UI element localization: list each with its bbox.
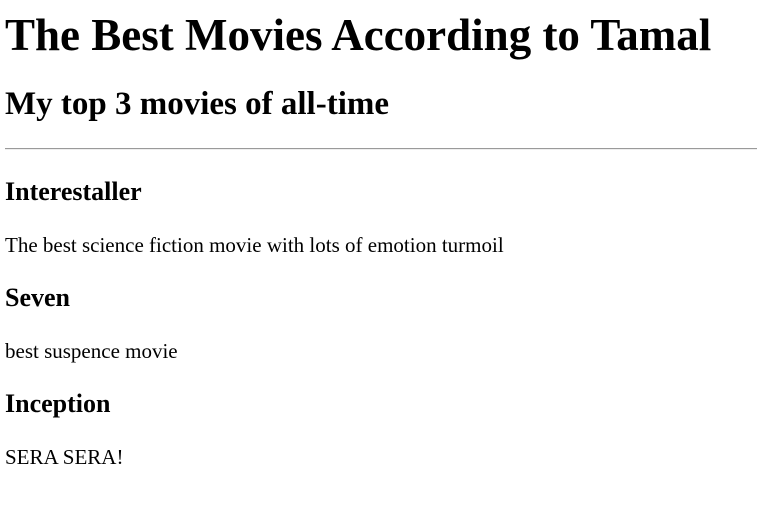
divider (5, 148, 757, 150)
movie-description: SERA SERA! (5, 445, 124, 469)
movie-description: The best science fiction movie with lots… (5, 233, 504, 257)
page-title: The Best Movies According to Tamal (5, 10, 712, 60)
movie-list: Interestaller The best science fiction m… (5, 177, 757, 469)
movie-title: Seven (5, 283, 70, 312)
page-subtitle: My top 3 movies of all-time (5, 86, 389, 122)
movie-title: Interestaller (5, 177, 142, 206)
page: The Best Movies According to Tamal My to… (0, 0, 757, 512)
movie-title: Inception (5, 389, 111, 418)
movie-description: best suspence movie (5, 339, 178, 363)
